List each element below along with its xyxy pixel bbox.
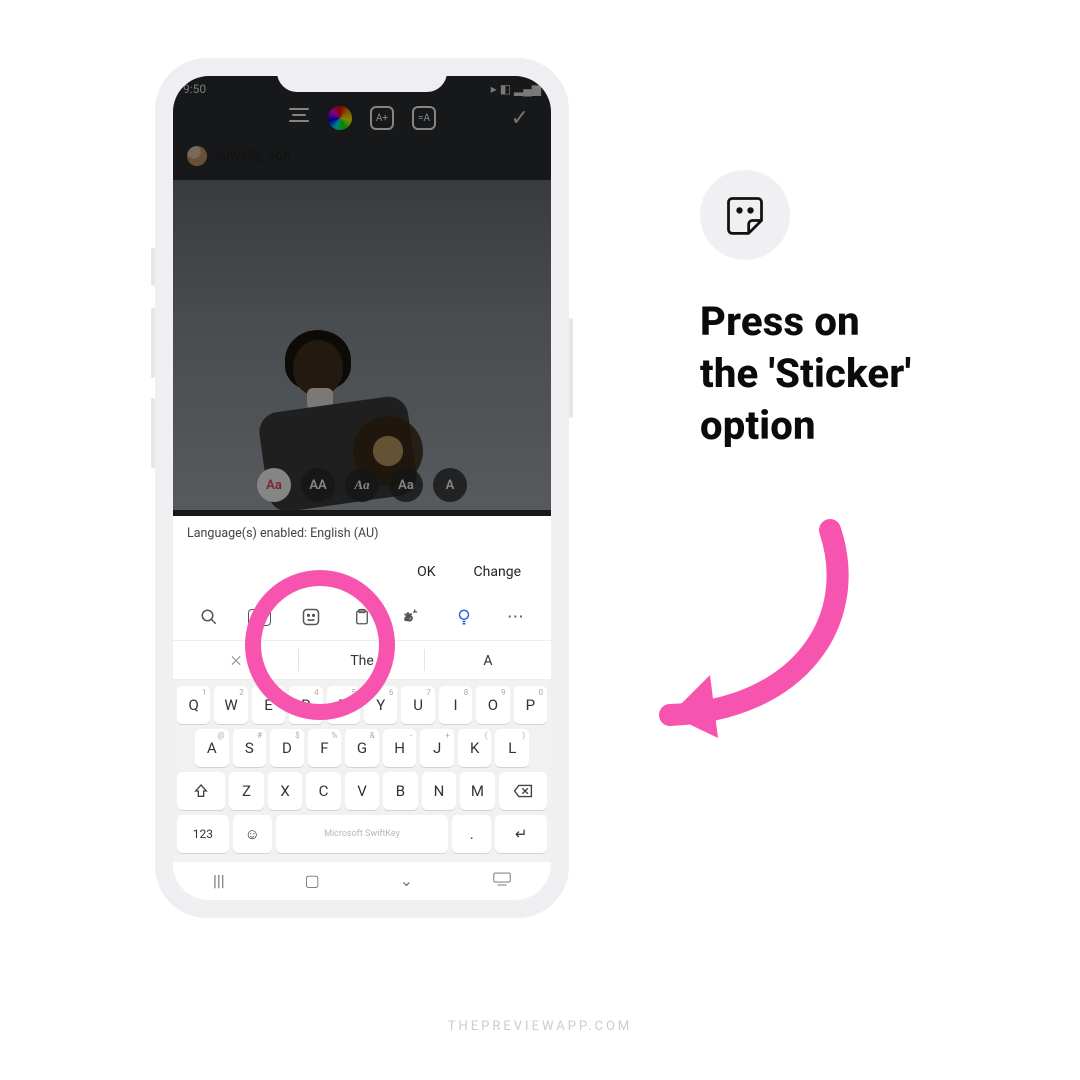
key-row: 1Q 2W 3E 4R 5T 6Y 7U 8I 9O 0P xyxy=(177,686,547,724)
instruction-callout: Press on the 'Sticker' option xyxy=(700,170,1000,452)
ok-button[interactable]: OK xyxy=(417,564,435,580)
key-p[interactable]: 0P xyxy=(514,686,547,724)
numbers-key[interactable]: 123 xyxy=(177,815,229,853)
language-enabled-strip: Language(s) enabled: English (AU) xyxy=(173,516,551,550)
instruction-line: Press on xyxy=(700,296,1000,348)
enter-key[interactable]: ↵ xyxy=(495,815,547,853)
key-s[interactable]: #S xyxy=(233,729,267,767)
instruction-line: the 'Sticker' xyxy=(700,348,1000,400)
search-icon[interactable] xyxy=(189,608,229,626)
suggestion-bar: ⨉ The A xyxy=(173,640,551,680)
font-option[interactable]: AA xyxy=(301,468,335,502)
lightbulb-icon[interactable] xyxy=(444,607,484,627)
keyboard[interactable]: 1Q 2W 3E 4R 5T 6Y 7U 8I 9O 0P @A #S $D %… xyxy=(173,680,551,862)
text-top-tools: A+ =A xyxy=(173,106,551,130)
phone-notch xyxy=(277,58,447,92)
key-h[interactable]: -H xyxy=(383,729,417,767)
shift-key[interactable] xyxy=(177,772,225,810)
translate-icon[interactable]: あ xyxy=(393,608,433,626)
ok-change-row: OK Change xyxy=(173,550,551,594)
gif-icon[interactable]: GIF xyxy=(240,609,280,626)
key-b[interactable]: B xyxy=(383,772,417,810)
side-button xyxy=(569,318,573,418)
mention-username: suwelly_soh xyxy=(215,148,291,164)
text-anim-icon[interactable]: =A xyxy=(412,106,436,130)
story-editor-area: 9:50 ▸ ◧ ▂▄▆ A+ =A ✓ suwelly_soh xyxy=(173,76,551,516)
change-button[interactable]: Change xyxy=(474,564,521,580)
keyboard-toolbar: GIF あ ⋯ xyxy=(173,594,551,640)
instruction-text: Press on the 'Sticker' option xyxy=(700,296,1000,452)
key-row: @A #S $D %F &G -H +J (K )L xyxy=(177,729,547,767)
key-y[interactable]: 6Y xyxy=(364,686,397,724)
key-i[interactable]: 8I xyxy=(439,686,472,724)
suggestion-dismiss[interactable]: ⨉ xyxy=(173,641,299,679)
key-k[interactable]: (K xyxy=(458,729,492,767)
font-picker[interactable]: Aa AA Aa Aa A xyxy=(173,468,551,502)
instruction-line: option xyxy=(700,400,1000,452)
done-check-icon[interactable]: ✓ xyxy=(511,106,529,131)
key-f[interactable]: %F xyxy=(308,729,342,767)
key-row: Z X C V B N M xyxy=(177,772,547,810)
key-m[interactable]: M xyxy=(460,772,494,810)
key-a[interactable]: @A xyxy=(195,729,229,767)
key-z[interactable]: Z xyxy=(229,772,263,810)
side-button xyxy=(151,398,155,468)
phone-screen: 9:50 ▸ ◧ ▂▄▆ A+ =A ✓ suwelly_soh xyxy=(173,76,551,900)
font-option-selected[interactable]: Aa xyxy=(257,468,291,502)
story-photo xyxy=(173,180,551,510)
key-n[interactable]: N xyxy=(422,772,456,810)
nav-recent-icon[interactable]: ||| xyxy=(213,871,225,890)
nav-back-icon[interactable]: ⌄ xyxy=(400,871,413,890)
status-time: 9:50 xyxy=(183,82,206,96)
nav-home-icon[interactable]: ▢ xyxy=(305,871,320,890)
nav-keyboard-icon[interactable] xyxy=(493,871,511,890)
key-t[interactable]: 5T xyxy=(327,686,360,724)
key-x[interactable]: X xyxy=(268,772,302,810)
avatar xyxy=(187,146,207,166)
key-q[interactable]: 1Q xyxy=(177,686,210,724)
svg-text:あ: あ xyxy=(404,612,413,623)
key-g[interactable]: &G xyxy=(345,729,379,767)
pointer-arrow-icon xyxy=(600,500,880,760)
suggestion-item[interactable]: A xyxy=(425,641,551,679)
align-icon[interactable] xyxy=(288,106,310,130)
watermark: THEPREVIEWAPP.COM xyxy=(448,1019,633,1034)
backspace-key[interactable] xyxy=(499,772,547,810)
key-j[interactable]: +J xyxy=(420,729,454,767)
key-d[interactable]: $D xyxy=(270,729,304,767)
key-r[interactable]: 4R xyxy=(289,686,322,724)
key-c[interactable]: C xyxy=(306,772,340,810)
font-option[interactable]: A xyxy=(433,468,467,502)
key-v[interactable]: V xyxy=(345,772,379,810)
android-nav-bar: ||| ▢ ⌄ xyxy=(173,862,551,898)
status-icons: ▸ ◧ ▂▄▆ xyxy=(491,82,541,96)
key-w[interactable]: 2W xyxy=(214,686,247,724)
sticker-icon-badge xyxy=(700,170,790,260)
more-icon[interactable]: ⋯ xyxy=(495,607,535,627)
key-o[interactable]: 9O xyxy=(476,686,509,724)
side-button xyxy=(151,308,155,378)
key-row: 123 ☺ Microsoft SwiftKey . ↵ xyxy=(177,815,547,853)
key-e[interactable]: 3E xyxy=(252,686,285,724)
key-l[interactable]: )L xyxy=(495,729,529,767)
suggestion-item[interactable]: The xyxy=(299,641,425,679)
font-option[interactable]: Aa xyxy=(345,468,379,502)
emoji-key[interactable]: ☺ xyxy=(233,815,272,853)
space-key[interactable]: Microsoft SwiftKey xyxy=(276,815,449,853)
side-button xyxy=(151,248,155,286)
color-picker-icon[interactable] xyxy=(328,106,352,130)
mention-chip[interactable]: suwelly_soh xyxy=(187,146,291,166)
sticker-icon[interactable] xyxy=(291,607,331,627)
phone-mockup: 9:50 ▸ ◧ ▂▄▆ A+ =A ✓ suwelly_soh xyxy=(155,58,569,918)
period-key[interactable]: . xyxy=(452,815,491,853)
font-option[interactable]: Aa xyxy=(389,468,423,502)
text-effect-icon[interactable]: A+ xyxy=(370,106,394,130)
clipboard-icon[interactable] xyxy=(342,607,382,627)
key-u[interactable]: 7U xyxy=(401,686,434,724)
